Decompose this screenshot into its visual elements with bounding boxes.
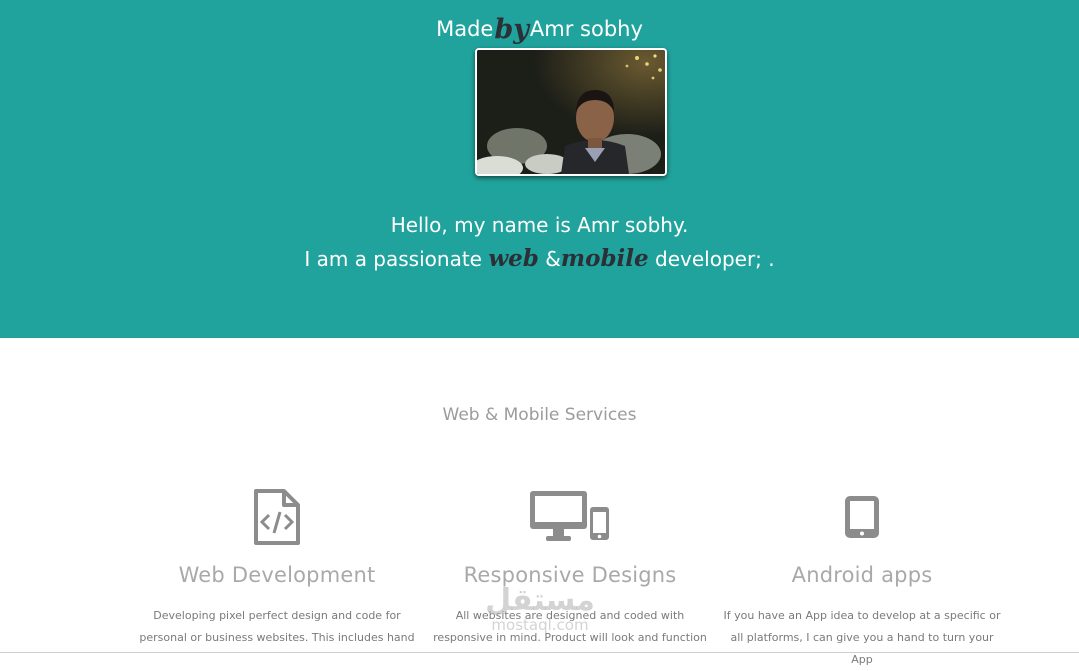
hero-section: MadebyAmr sobhy Hello, my name is Amr so… (0, 0, 1079, 338)
tagline-web: web (488, 245, 539, 272)
service-web-development: Web Development Developing pixel perfect… (137, 485, 417, 649)
code-file-icon (137, 485, 417, 549)
page-divider (0, 652, 1079, 653)
service-description-line: all platforms, I can give you a hand to … (730, 631, 994, 666)
brand-name: Amr sobhy (529, 17, 643, 41)
service-description-line: If you have an App idea to develop at a … (723, 609, 1001, 622)
intro-greeting: Hello, my name is Amr sobhy. (390, 213, 689, 237)
tagline-amp: & (538, 247, 561, 271)
service-title: Web Development (178, 563, 376, 587)
service-responsive-designs: Responsive Designs All websites are desi… (430, 485, 710, 649)
service-description-line: All websites are designed and coded with (455, 609, 685, 622)
service-description: Developing pixel perfect design and code… (137, 605, 417, 649)
service-description-line: responsive in mind. Product will look an… (433, 631, 707, 644)
services-title: Web & Mobile Services (442, 405, 637, 425)
profile-photo (475, 48, 667, 176)
brand-prefix: Made (436, 17, 494, 41)
service-description-line: personal or business websites. This incl… (139, 631, 415, 644)
service-description: All websites are designed and coded with… (430, 605, 710, 649)
devices-icon (430, 485, 710, 549)
service-title: Android apps (791, 563, 933, 587)
intro-tagline: I am a passionate web &mobile developer;… (0, 245, 1079, 272)
tagline-mobile: mobile (560, 245, 649, 272)
service-title: Responsive Designs (463, 563, 677, 587)
service-description-line: Developing pixel perfect design and code… (153, 609, 401, 622)
site-brand[interactable]: MadebyAmr sobhy (0, 12, 1079, 45)
tablet-icon (722, 485, 1002, 549)
brand-script-by: by (494, 14, 529, 45)
tagline-prefix: I am a passionate (304, 247, 489, 271)
service-android-apps: Android apps If you have an App idea to … (722, 485, 1002, 671)
service-description: If you have an App idea to develop at a … (722, 605, 1002, 671)
tagline-suffix: developer; . (648, 247, 775, 271)
profile-photo-image (477, 50, 665, 174)
